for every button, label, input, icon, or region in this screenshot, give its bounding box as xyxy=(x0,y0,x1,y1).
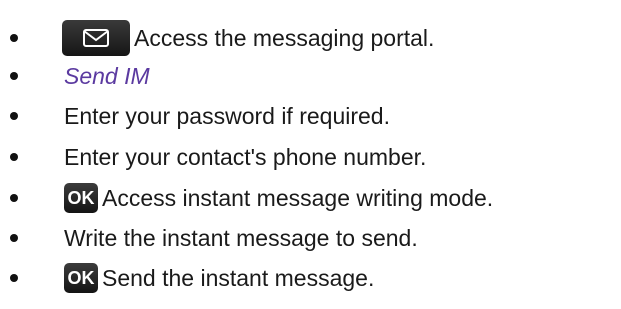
step-text: Access instant message writing mode. xyxy=(102,185,494,211)
envelope-key-icon xyxy=(62,20,130,56)
bullet-icon xyxy=(10,194,18,202)
send-im-menu-label: Send IM xyxy=(64,63,150,89)
list-item-content: OK Send the instant message. xyxy=(64,258,374,298)
step-text: Send the instant message. xyxy=(102,265,375,291)
list-item: Enter your password if required. xyxy=(0,96,621,136)
list-item-content: Access the messaging portal. xyxy=(62,18,435,58)
bullet-icon xyxy=(10,72,18,80)
list-item: Access the messaging portal. xyxy=(0,18,621,58)
step-text: Access the messaging portal. xyxy=(134,25,435,51)
step-text: Write the instant message to send. xyxy=(64,225,418,251)
list-item: OK Send the instant message. xyxy=(0,258,621,298)
bullet-icon xyxy=(10,234,18,242)
bullet-icon xyxy=(10,274,18,282)
list-item: OK Access instant message writing mode. xyxy=(0,178,621,218)
list-item: Enter your contact's phone number. xyxy=(0,137,621,177)
ok-key-icon: OK xyxy=(64,263,98,293)
bullet-icon xyxy=(10,112,18,120)
step-text: Enter your contact's phone number. xyxy=(64,144,427,170)
list-item-content: Enter your contact's phone number. xyxy=(64,137,426,177)
list-item-content: Send IM xyxy=(64,56,150,96)
bullet-icon xyxy=(10,153,18,161)
list-item: Send IM xyxy=(0,56,621,96)
bullet-icon xyxy=(10,34,18,42)
ok-key-icon: OK xyxy=(64,183,98,213)
list-item-content: OK Access instant message writing mode. xyxy=(64,178,493,218)
list-item: Write the instant message to send. xyxy=(0,218,621,258)
list-item-content: Write the instant message to send. xyxy=(64,218,418,258)
list-item-content: Enter your password if required. xyxy=(64,96,390,136)
step-text: Enter your password if required. xyxy=(64,103,390,129)
